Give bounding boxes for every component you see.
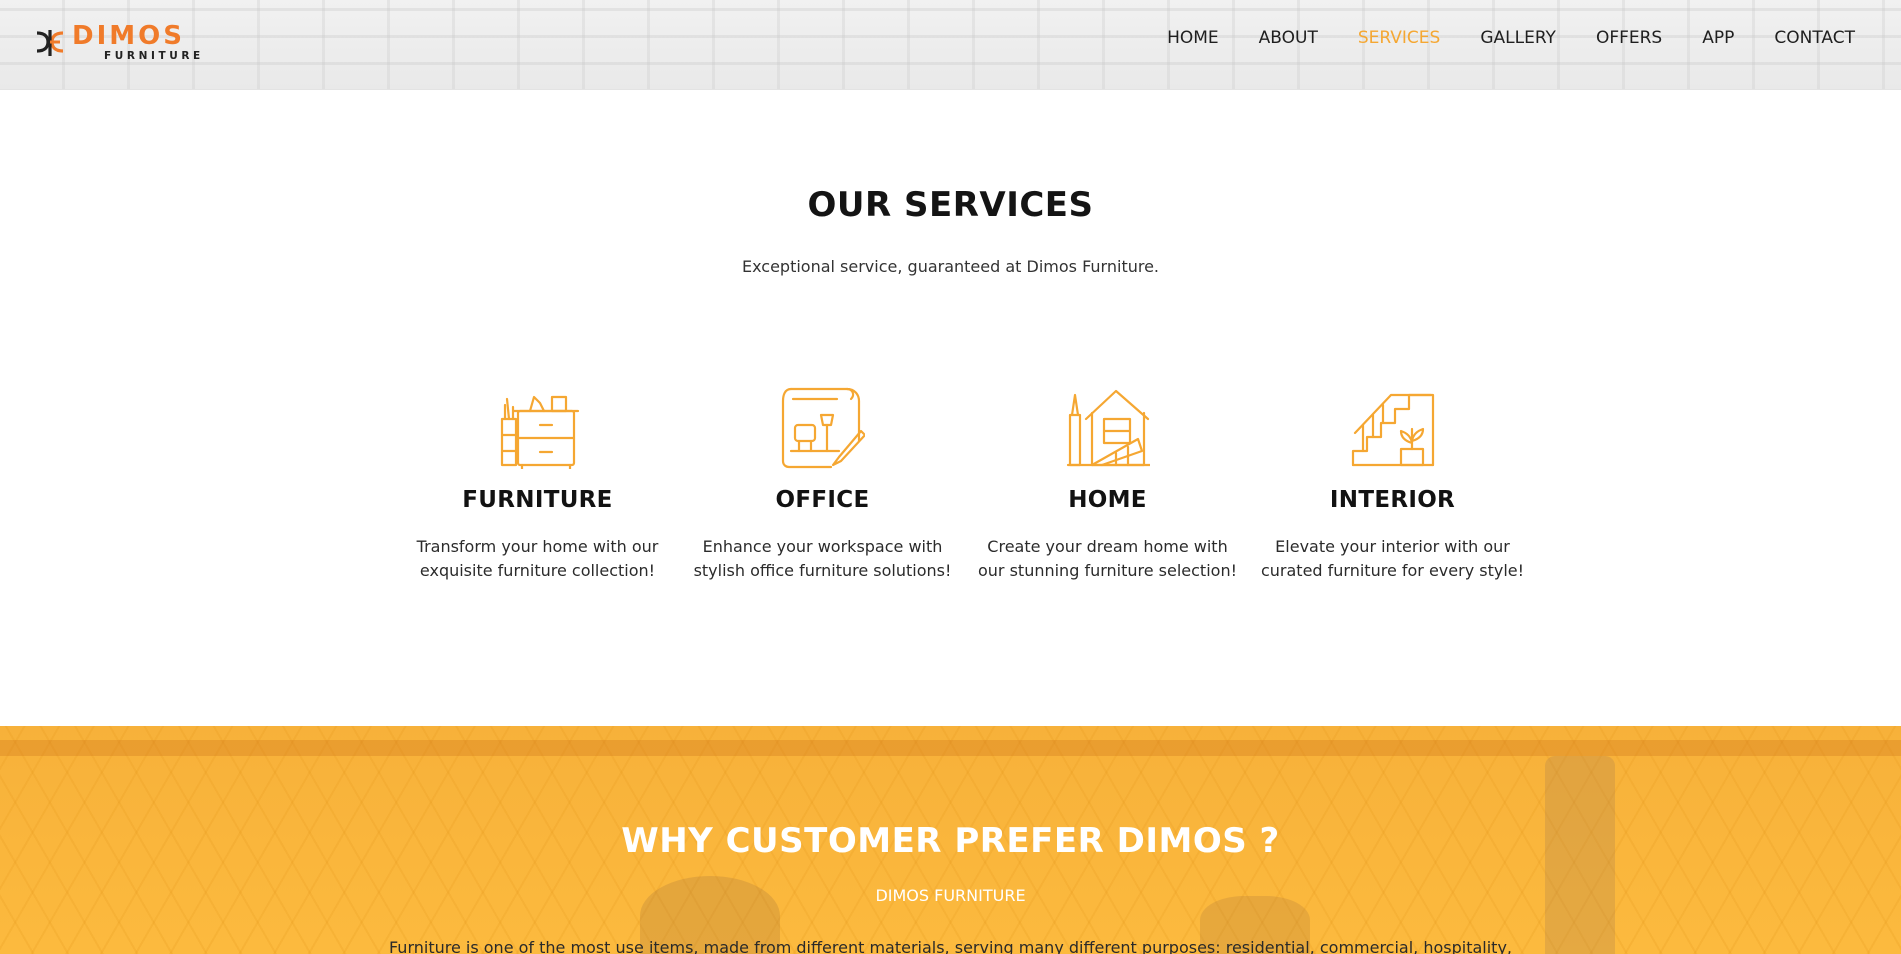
why-title: WHY CUSTOMER PREFER DIMOS ? — [0, 821, 1901, 861]
drawer-cabinet-icon — [500, 395, 579, 469]
logo-text: DIMOS FURNITURE — [72, 23, 204, 62]
card-desc-line: Enhance your workspace with — [702, 537, 943, 556]
nav-app[interactable]: APP — [1702, 28, 1734, 48]
card-desc-line: exquisite furniture collection! — [419, 561, 656, 580]
card-title: INTERIOR — [1329, 487, 1456, 513]
card-description: Transform your home with our exquisite f… — [395, 535, 680, 583]
nav-contact[interactable]: CONTACT — [1774, 28, 1855, 48]
site-header: DIMOS FURNITURE HOME ABOUT SERVICES GALL… — [0, 0, 1901, 90]
house-paint-icon — [1066, 389, 1150, 467]
staircase-plant-icon — [1351, 393, 1434, 467]
office-blueprint-icon — [781, 387, 865, 469]
nav-gallery[interactable]: GALLERY — [1480, 28, 1556, 48]
background-shelf — [0, 740, 1901, 756]
why-title-prefix: WHY CUSTOMER PREFER — [621, 821, 1117, 861]
logo-sub: FURNITURE — [104, 49, 204, 62]
nav-services[interactable]: SERVICES — [1358, 28, 1440, 48]
card-description: Create your dream home with our stunning… — [965, 535, 1250, 583]
why-subtitle: DIMOS FURNITURE — [875, 886, 1026, 905]
services-title: OUR SERVICES — [807, 185, 1094, 225]
card-desc-line: curated furniture for every style! — [1260, 561, 1525, 580]
services-subtitle: Exceptional service, guaranteed at Dimos… — [741, 257, 1160, 276]
why-body-text: Furniture is one of the most use items, … — [388, 938, 1513, 954]
service-card-office: OFFICE Enhance your workspace with styli… — [680, 385, 965, 595]
card-desc-line: Transform your home with our — [416, 537, 659, 556]
card-description: Enhance your workspace with stylish offi… — [680, 535, 965, 583]
nav-about[interactable]: ABOUT — [1259, 28, 1318, 48]
main-nav: HOME ABOUT SERVICES GALLERY OFFERS APP C… — [1127, 28, 1855, 48]
service-cards: FURNITURE Transform your home with our e… — [395, 385, 1535, 595]
nav-offers[interactable]: OFFERS — [1596, 28, 1662, 48]
card-desc-line: Elevate your interior with our — [1275, 537, 1510, 556]
card-desc-line: our stunning furniture selection! — [977, 561, 1237, 580]
service-card-interior: INTERIOR Elevate your interior with our … — [1250, 385, 1535, 595]
brand-logo[interactable]: DIMOS FURNITURE — [34, 22, 204, 62]
card-description: Elevate your interior with our curated f… — [1250, 535, 1535, 583]
card-desc-line: stylish office furniture solutions! — [693, 561, 952, 580]
why-title-brand: DIMOS ? — [1116, 821, 1280, 861]
service-card-home: HOME Create your dream home with our stu… — [965, 385, 1250, 595]
card-title: OFFICE — [775, 487, 870, 513]
why-section: WHY CUSTOMER PREFER DIMOS ? DIMOS FURNIT… — [0, 726, 1901, 954]
service-card-furniture: FURNITURE Transform your home with our e… — [395, 385, 680, 595]
card-desc-line: Create your dream home with — [987, 537, 1228, 556]
card-title: FURNITURE — [462, 487, 613, 513]
card-title: HOME — [1068, 487, 1147, 513]
logo-mark-icon — [36, 30, 64, 56]
logo-name: DIMOS — [72, 20, 185, 51]
nav-home[interactable]: HOME — [1167, 28, 1219, 48]
